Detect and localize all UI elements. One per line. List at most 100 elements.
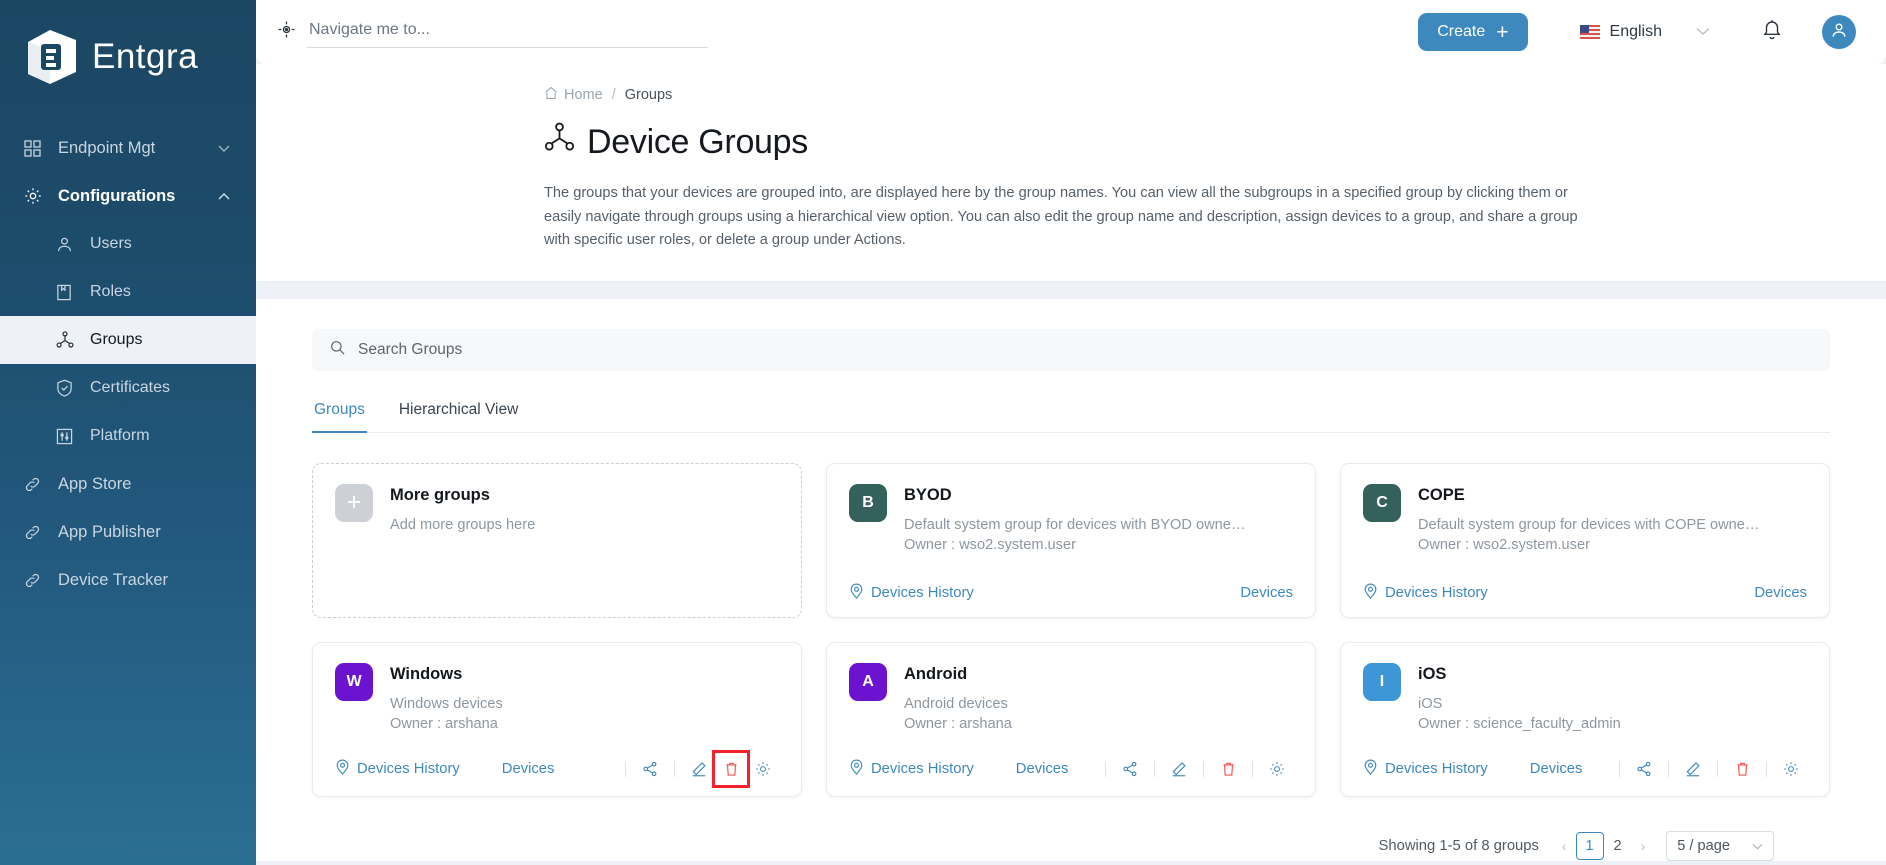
pagination-next[interactable]: › (1632, 838, 1655, 854)
pagination-page-1[interactable]: 1 (1575, 831, 1604, 860)
devices-link[interactable]: Devices (1530, 761, 1583, 777)
chevron-down-icon (218, 139, 230, 158)
search-groups-bar[interactable] (312, 328, 1830, 371)
card-icon-actions (617, 749, 779, 788)
sidebar-item-configurations[interactable]: Configurations (0, 172, 256, 220)
pencil-icon[interactable] (1166, 756, 1192, 782)
pencil-icon[interactable] (1680, 756, 1706, 782)
tab-groups[interactable]: Groups (312, 395, 367, 433)
view-tabs: Groups Hierarchical View (312, 395, 1830, 433)
link-icon (24, 572, 50, 589)
user-icon (56, 236, 82, 253)
divider (625, 760, 626, 777)
group-name: COPE (1418, 485, 1465, 504)
devices-link[interactable]: Devices (1754, 585, 1807, 601)
devices-history-link[interactable]: Devices History (335, 759, 460, 779)
search-input[interactable] (358, 340, 1812, 359)
grid-icon (24, 139, 50, 157)
pencil-icon[interactable] (686, 756, 712, 782)
divider (674, 760, 675, 777)
divider (1766, 760, 1767, 777)
language-label: English (1609, 23, 1662, 40)
brand[interactable]: Entgra (0, 4, 256, 112)
sidebar-item-app-store[interactable]: App Store (0, 460, 256, 508)
sidebar-item-groups[interactable]: Groups (0, 316, 256, 364)
card-top: C COPE Default system group for devices … (1363, 483, 1807, 553)
card-actions: Devices History Devices (849, 756, 1293, 782)
group-owner: Owner : wso2.system.user (1418, 537, 1590, 554)
share-icon[interactable] (1631, 756, 1657, 782)
devices-history-label: Devices History (871, 584, 974, 601)
chevron-up-icon (218, 187, 230, 206)
breadcrumb-home[interactable]: Home (544, 86, 603, 104)
divider (1252, 760, 1253, 777)
navigate-input[interactable] (307, 16, 708, 48)
devices-history-link[interactable]: Devices History (849, 583, 974, 603)
sidebar-item-roles[interactable]: Roles (0, 268, 256, 316)
breadcrumb-separator: / (611, 87, 616, 103)
group-avatar: A (849, 662, 887, 701)
group-owner: Owner : arshana (390, 716, 498, 733)
group-card[interactable]: C COPE Default system group for devices … (1340, 462, 1830, 618)
gear-icon[interactable] (750, 756, 776, 782)
us-flag-icon (1579, 25, 1600, 39)
navigate-search[interactable] (278, 16, 708, 48)
language-selector[interactable]: English (1579, 23, 1710, 41)
group-description: Windows devices (390, 696, 503, 713)
location-pin-icon (1363, 583, 1378, 603)
create-button[interactable]: Create + (1418, 13, 1528, 51)
share-icon[interactable] (1117, 756, 1143, 782)
groups-content-card: Groups Hierarchical View + More groups A… (256, 298, 1886, 861)
entgra-logo-icon (24, 28, 80, 86)
tab-hierarchical-view[interactable]: Hierarchical View (397, 395, 520, 433)
sidebar-item-app-publisher[interactable]: App Publisher (0, 508, 256, 556)
chevron-down-icon (1752, 838, 1763, 854)
trash-icon[interactable] (712, 749, 750, 788)
bell-icon (1762, 19, 1782, 46)
devices-history-link[interactable]: Devices History (849, 759, 974, 779)
card-body: Windows Windows devices Owner : arshana (390, 663, 779, 732)
card-body: COPE Default system group for devices wi… (1418, 484, 1807, 553)
share-icon[interactable] (637, 756, 663, 782)
main-area: Create + English (256, 0, 1886, 865)
trash-icon[interactable] (1729, 756, 1755, 782)
notifications-button[interactable] (1762, 19, 1782, 46)
pagination-prev[interactable]: ‹ (1553, 838, 1576, 854)
group-description: Android devices (904, 696, 1008, 713)
breadcrumb-current: Groups (624, 87, 673, 103)
devices-link[interactable]: Devices (502, 761, 555, 777)
trash-icon[interactable] (1215, 756, 1241, 782)
gear-icon[interactable] (1264, 756, 1290, 782)
pagination-page-2[interactable]: 2 (1604, 832, 1632, 860)
group-owner: Owner : science_faculty_admin (1418, 716, 1621, 733)
devices-history-link[interactable]: Devices History (1363, 759, 1488, 779)
sidebar-item-device-tracker[interactable]: Device Tracker (0, 556, 256, 604)
card-body: iOS iOS Owner : science_faculty_admin (1418, 663, 1807, 732)
add-card-title: More groups (390, 485, 490, 504)
sidebar-item-platform[interactable]: Platform (0, 412, 256, 460)
sidebar-item-endpoint-mgt[interactable]: Endpoint Mgt (0, 124, 256, 172)
divider (1668, 760, 1669, 777)
group-name: Windows (390, 664, 463, 683)
devices-history-label: Devices History (1385, 584, 1488, 601)
shield-check-icon (56, 379, 82, 397)
add-group-card[interactable]: + More groups Add more groups here (312, 462, 802, 618)
group-card[interactable]: B BYOD Default system group for devices … (826, 462, 1316, 618)
sidebar-item-certificates[interactable]: Certificates (0, 364, 256, 412)
devices-link[interactable]: Devices (1240, 585, 1293, 601)
gear-icon[interactable] (1778, 756, 1804, 782)
group-card[interactable]: A Android Android devices Owner : arshan… (826, 641, 1316, 797)
devices-link[interactable]: Devices (1016, 761, 1069, 777)
location-pin-icon (1363, 759, 1378, 779)
breadcrumb: Home / Groups (256, 86, 1886, 104)
group-card[interactable]: I iOS iOS Owner : science_faculty_admin (1340, 641, 1830, 797)
avatar[interactable] (1822, 15, 1856, 49)
divider (1619, 760, 1620, 777)
sidebar-item-users[interactable]: Users (0, 220, 256, 268)
group-card[interactable]: W Windows Windows devices Owner : arshan… (312, 641, 802, 797)
plus-icon: + (335, 483, 373, 522)
plus-icon: + (1496, 20, 1509, 44)
page-size-select[interactable]: 5 / page (1666, 830, 1774, 861)
devices-history-link[interactable]: Devices History (1363, 583, 1488, 603)
location-target-icon (278, 21, 295, 43)
